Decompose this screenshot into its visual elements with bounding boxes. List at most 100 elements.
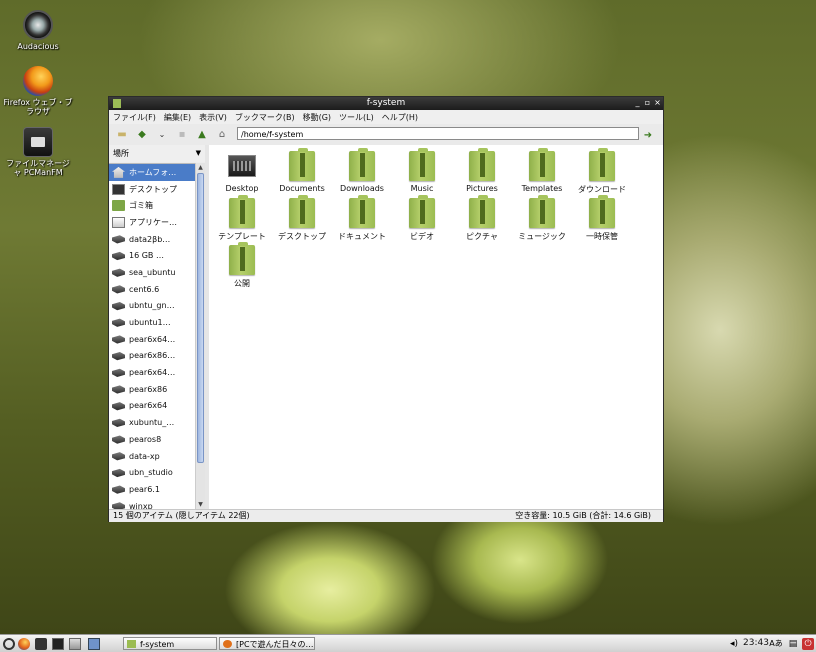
file-item[interactable]: デスクトップ	[272, 194, 332, 242]
file-item[interactable]: 一時保管	[572, 194, 632, 242]
file-item[interactable]: Music	[392, 147, 452, 193]
scroll-up-icon[interactable]: ▲	[196, 163, 205, 172]
sidebar-item[interactable]: cent6.6	[109, 281, 195, 298]
power-icon[interactable]: ⏻	[802, 638, 814, 650]
up-arrow-icon[interactable]: ▲	[195, 128, 209, 142]
file-item-label: Music	[410, 184, 434, 193]
sidebar-item-label: pearos8	[129, 434, 162, 444]
go-arrow-icon[interactable]: ➜	[641, 128, 655, 142]
file-manager-window[interactable]: f-system _ ▫ × ファイル(F) 編集(E) 表示(V) ブックマー…	[108, 96, 664, 522]
home-icon[interactable]: ⌂	[215, 128, 229, 142]
menu-bookmarks[interactable]: ブックマーク(B)	[235, 112, 295, 123]
new-tab-icon[interactable]: ▬	[115, 128, 129, 142]
sidebar-item[interactable]: pear6x64	[109, 398, 195, 415]
back-arrow-icon[interactable]: ◆	[135, 128, 149, 142]
task-f-system[interactable]: f-system	[123, 637, 217, 650]
history-chevron-down-icon[interactable]: ⌄	[155, 128, 169, 142]
sidebar-item[interactable]: data-xp	[109, 448, 195, 465]
folder-icon	[229, 242, 255, 275]
close-icon[interactable]: ×	[653, 98, 662, 108]
sidebar-item[interactable]: pear6x64…	[109, 364, 195, 381]
sidebar-item[interactable]: ubn_studio	[109, 464, 195, 481]
firefox-icon[interactable]	[18, 638, 30, 650]
desktop-folder-icon	[228, 155, 256, 177]
ime-indicator[interactable]: Aあ	[769, 638, 783, 650]
file-item[interactable]: Desktop	[212, 147, 272, 193]
file-item[interactable]: ダウンロード	[572, 147, 632, 195]
sidebar-item-label: ホームフォ…	[129, 167, 177, 177]
menu-go[interactable]: 移動(G)	[303, 112, 331, 123]
desktop-icon-firefox[interactable]: Firefox ウェブ・ブラウザ	[3, 66, 73, 116]
chevron-down-icon: ▼	[195, 149, 201, 157]
sidebar-item-label: data2βb…	[129, 234, 171, 244]
minimize-icon[interactable]: _	[633, 98, 642, 108]
sidebar-item[interactable]: data2βb…	[109, 231, 195, 248]
maximize-icon[interactable]: ▫	[643, 98, 652, 108]
sidebar-item[interactable]: xubuntu_…	[109, 414, 195, 431]
file-manager-icon	[23, 127, 53, 157]
sidebar-item-label: pear6.1	[129, 484, 160, 494]
drive-icon	[112, 268, 125, 277]
drive-icon	[112, 301, 125, 311]
menu-view[interactable]: 表示(V)	[199, 112, 227, 123]
sidebar-item-label: ゴミ箱	[129, 201, 153, 211]
sidebar-item-label: pear6x86	[129, 384, 168, 394]
file-item[interactable]: Templates	[512, 147, 572, 193]
windows-icon[interactable]	[69, 638, 81, 650]
menu-tools[interactable]: ツール(L)	[339, 112, 374, 123]
side-pane-selector[interactable]: 場所 ▼	[109, 145, 205, 162]
menu-edit[interactable]: 編集(E)	[164, 112, 191, 123]
sidebar-item[interactable]: 16 GB …	[109, 247, 195, 264]
sidebar-item[interactable]: pearos8	[109, 431, 195, 448]
show-desktop-icon[interactable]	[88, 638, 100, 650]
window-titlebar[interactable]: f-system _ ▫ ×	[109, 97, 663, 110]
forward-arrow-icon[interactable]: ▪	[175, 128, 189, 142]
sidebar-item[interactable]: デスクトップ	[109, 181, 195, 198]
menu-bar: ファイル(F) 編集(E) 表示(V) ブックマーク(B) 移動(G) ツール(…	[109, 110, 663, 124]
status-bar: 15 個のアイテム (隠しアイテム 22個) 空き容量: 10.5 GiB (合…	[109, 509, 663, 522]
free-space: 空き容量: 10.5 GiB (合計: 14.6 GiB)	[515, 511, 651, 520]
sidebar-item[interactable]: pear6x64…	[109, 331, 195, 348]
path-input[interactable]: /home/f-system	[237, 127, 639, 140]
sidebar-item-label: pear6x64	[129, 401, 168, 411]
sidebar-scrollbar[interactable]: ▲ ▼	[195, 163, 205, 509]
file-item[interactable]: Pictures	[452, 147, 512, 193]
sidebar-item[interactable]: ゴミ箱	[109, 197, 195, 214]
file-item[interactable]: テンプレート	[212, 194, 272, 242]
sidebar-item-label: デスクトップ	[129, 184, 177, 194]
scrollbar-thumb[interactable]	[197, 173, 204, 463]
sidebar-item[interactable]: ホームフォ…	[109, 164, 195, 181]
file-item[interactable]: Documents	[272, 147, 332, 193]
task-firefox[interactable]: [PCで遊んだ日々の…	[219, 637, 315, 650]
menu-file[interactable]: ファイル(F)	[113, 112, 156, 123]
desktop-icon-file-manager[interactable]: ファイルマネージャ PCManFM	[3, 127, 73, 177]
sidebar-item[interactable]: pear6.1	[109, 481, 195, 498]
file-item[interactable]: ドキュメント	[332, 194, 392, 242]
file-item[interactable]: ビデオ	[392, 194, 452, 242]
drive-icon	[112, 385, 125, 394]
sidebar-item[interactable]: アプリケー…	[109, 214, 195, 231]
firefox-icon	[223, 640, 232, 648]
file-manager-icon[interactable]	[35, 638, 47, 650]
desktop-icon-audacious[interactable]: Audacious	[3, 10, 73, 51]
menu-help[interactable]: ヘルプ(H)	[382, 112, 418, 123]
sidebar-item[interactable]: sea_ubuntu	[109, 264, 195, 281]
file-item[interactable]: Downloads	[332, 147, 392, 193]
file-item[interactable]: 公開	[212, 241, 272, 289]
volume-icon[interactable]: ◂)	[728, 638, 740, 650]
sidebar-item[interactable]: ubuntu1…	[109, 314, 195, 331]
menu-icon[interactable]	[3, 638, 15, 650]
scroll-down-icon[interactable]: ▼	[196, 500, 205, 509]
file-item[interactable]: ピクチャ	[452, 194, 512, 242]
file-item-label: ミュージック	[518, 232, 566, 241]
file-view: Desktop Documents Downloads Music Pictures Te…	[209, 145, 663, 509]
home-icon	[112, 166, 125, 178]
sidebar-item[interactable]: pear6x86	[109, 381, 195, 398]
file-item[interactable]: ミュージック	[512, 194, 572, 242]
network-icon[interactable]: ▤	[787, 638, 799, 650]
folder-icon	[349, 195, 375, 228]
folder-icon	[529, 148, 555, 181]
terminal-icon[interactable]	[52, 638, 64, 650]
sidebar-item[interactable]: pear6x86…	[109, 348, 195, 365]
sidebar-item[interactable]: ubntu_gn…	[109, 298, 195, 315]
